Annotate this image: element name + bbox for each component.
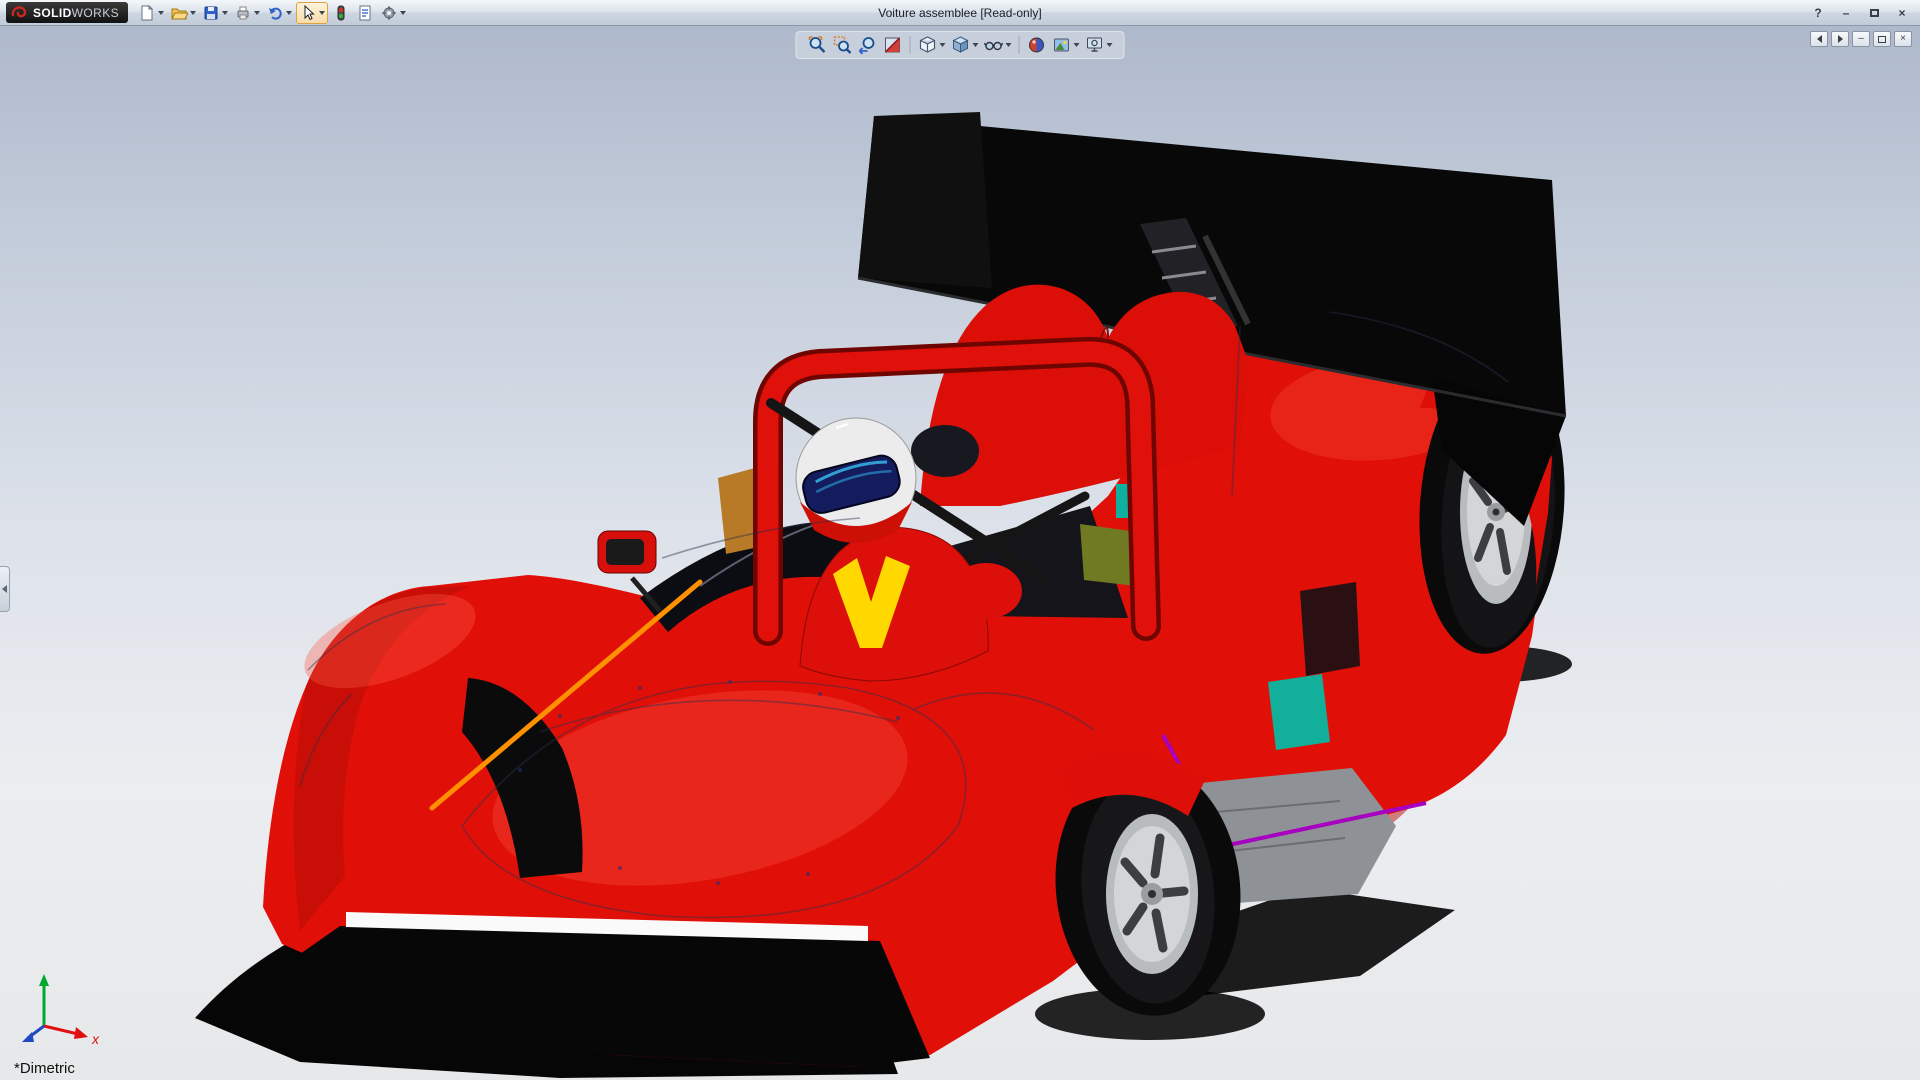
chevron-down-icon[interactable] [1074, 43, 1080, 47]
chevron-down-icon[interactable] [1006, 43, 1012, 47]
y-axis-arrow [39, 974, 49, 986]
chevron-down-icon[interactable] [400, 11, 406, 15]
minimize-button[interactable]: – [1834, 3, 1858, 22]
previous-view-button[interactable] [857, 34, 879, 56]
section-view-icon [883, 35, 903, 55]
zoom-to-fit-icon [808, 35, 828, 55]
collapse-arrow-icon [2, 585, 7, 593]
title-bar: SOLIDWORKS [0, 0, 1920, 26]
undo-icon [266, 4, 284, 22]
zoom-to-fit-button[interactable] [807, 34, 829, 56]
edit-appearance-button[interactable] [1026, 34, 1048, 56]
save-icon [202, 4, 220, 22]
chevron-down-icon[interactable] [319, 11, 325, 15]
apply-scene-button[interactable] [1051, 34, 1081, 56]
close-document-button[interactable]: × [1894, 31, 1912, 47]
driver-helmet[interactable] [796, 418, 916, 543]
solidworks-swirl-icon [11, 4, 28, 21]
open-document-button[interactable] [168, 2, 198, 24]
arrow-right-icon [1838, 35, 1843, 43]
zoom-to-area-button[interactable] [832, 34, 854, 56]
display-style-button[interactable] [950, 34, 980, 56]
model-3d-view[interactable] [0, 26, 1920, 1080]
z-axis-arrow [22, 1032, 34, 1042]
edit-appearance-sphere-icon [1027, 35, 1047, 55]
hide-show-glasses-icon [984, 35, 1004, 55]
chevron-down-icon[interactable] [286, 11, 292, 15]
x-axis-arrow [74, 1027, 88, 1039]
chevron-down-icon[interactable] [940, 43, 946, 47]
view-orientation-cube-icon [918, 35, 938, 55]
solidworks-window: SOLIDWORKS [0, 0, 1920, 1080]
x-axis-label: x [91, 1031, 100, 1047]
minimize-document-button[interactable]: – [1852, 31, 1870, 47]
chevron-down-icon[interactable] [254, 11, 260, 15]
select-cursor-icon [299, 4, 317, 22]
quick-access-toolbar [136, 2, 408, 24]
chevron-down-icon[interactable] [158, 11, 164, 15]
previous-view-icon [858, 35, 878, 55]
save-button[interactable] [200, 2, 230, 24]
open-folder-icon [170, 4, 188, 22]
maximize-icon [1870, 9, 1879, 17]
document-window-controls: – × [1810, 31, 1912, 47]
help-button[interactable]: ? [1806, 3, 1830, 22]
heads-up-view-toolbar [796, 31, 1125, 59]
hide-show-items-button[interactable] [983, 34, 1013, 56]
display-style-cube-icon [951, 35, 971, 55]
new-document-button[interactable] [136, 2, 166, 24]
chevron-down-icon[interactable] [973, 43, 979, 47]
chevron-down-icon[interactable] [1107, 43, 1113, 47]
arrow-left-icon [1817, 35, 1822, 43]
chevron-down-icon[interactable] [222, 11, 228, 15]
restore-document-button[interactable] [1873, 31, 1891, 47]
solidworks-logo: SOLIDWORKS [6, 2, 128, 23]
window-controls: ? – × [1806, 3, 1914, 22]
view-orientation-label: *Dimetric [14, 1060, 75, 1077]
maximize-button[interactable] [1862, 3, 1886, 22]
graphics-viewport[interactable]: – × x *Dimetric [0, 26, 1920, 1080]
rebuild-button[interactable] [330, 2, 352, 24]
apply-scene-icon [1052, 35, 1072, 55]
file-properties-icon [356, 4, 374, 22]
new-document-icon [138, 4, 156, 22]
undo-button[interactable] [264, 2, 294, 24]
rebuild-stoplight-icon [332, 4, 350, 22]
options-gear-icon [380, 4, 398, 22]
reference-triad: x [14, 968, 110, 1054]
previous-window-button[interactable] [1810, 31, 1828, 47]
close-button[interactable]: × [1890, 3, 1914, 22]
options-button[interactable] [378, 2, 408, 24]
view-settings-icon [1085, 35, 1105, 55]
view-orientation-button[interactable] [917, 34, 947, 56]
restore-icon [1878, 36, 1886, 43]
toolbar-separator [1019, 36, 1020, 54]
toolbar-separator [910, 36, 911, 54]
print-icon [234, 4, 252, 22]
zoom-to-area-icon [833, 35, 853, 55]
file-properties-button[interactable] [354, 2, 376, 24]
print-button[interactable] [232, 2, 262, 24]
select-tool-button[interactable] [296, 2, 328, 24]
section-view-button[interactable] [882, 34, 904, 56]
brand-text: SOLIDWORKS [33, 6, 119, 20]
view-settings-button[interactable] [1084, 34, 1114, 56]
chevron-down-icon[interactable] [190, 11, 196, 15]
next-window-button[interactable] [1831, 31, 1849, 47]
feature-panel-collapse-tab[interactable] [0, 566, 10, 612]
